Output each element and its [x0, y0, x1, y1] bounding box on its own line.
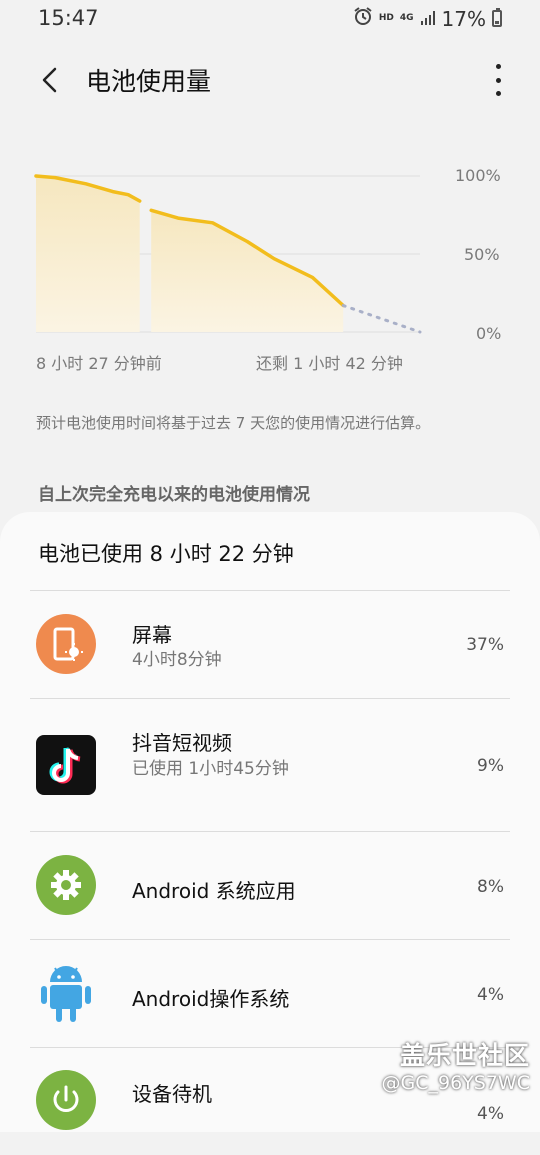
usage-item-screen[interactable]: 屏幕 4小时8分钟 37%: [0, 591, 540, 698]
usage-item-percent: 4%: [477, 1104, 504, 1124]
status-time: 15:47: [38, 6, 99, 30]
section-title: 自上次完全充电以来的电池使用情况: [38, 485, 310, 505]
signal-icon: [420, 7, 436, 31]
battery-icon: [492, 8, 502, 27]
android-icon: [36, 962, 96, 1022]
chart-start-label: 8 小时 27 分钟前: [36, 354, 162, 373]
usage-item-name: Android 系统应用: [132, 879, 296, 903]
battery-chart: 100% 50% 0% 8 小时 27 分钟前 还剩 1 小时 42 分钟: [0, 150, 540, 373]
usage-item-percent: 37%: [466, 635, 504, 655]
more-dot-icon: [495, 77, 501, 83]
battery-area: [36, 176, 140, 332]
usage-item-sub: 已使用 1小时45分钟: [132, 759, 289, 779]
more-dot-icon: [495, 91, 501, 96]
more-options-button[interactable]: [488, 64, 508, 96]
usage-item-name: 抖音短视频: [132, 731, 232, 755]
watermark-title: 盖乐世社区: [399, 1041, 530, 1070]
usage-item-percent: 9%: [477, 756, 504, 776]
page-title: 电池使用量: [86, 67, 212, 96]
usage-item-android-system-apps[interactable]: Android 系统应用 8%: [0, 832, 540, 939]
power-icon: [36, 1070, 96, 1130]
usage-total: 电池已使用 8 小时 22 分钟: [38, 542, 294, 566]
app-bar: 电池使用量: [0, 50, 540, 110]
status-bar: 15:47 HD 4G 17%: [0, 0, 540, 40]
usage-item-sub: 4小时8分钟: [132, 650, 222, 670]
forecast-line: [341, 304, 422, 334]
watermark-handle: @GC_96YS7WC: [381, 1072, 530, 1094]
usage-item-name: Android操作系统: [132, 987, 290, 1011]
more-dot-icon: [495, 64, 501, 69]
y-tick-50: 50%: [464, 245, 500, 264]
battery-area: [151, 210, 344, 332]
status-icons: HD 4G 17%: [353, 6, 502, 31]
y-tick-100: 100%: [455, 166, 501, 185]
usage-item-name: 屏幕: [132, 623, 172, 647]
tiktok-icon: [36, 735, 96, 795]
usage-item-tiktok[interactable]: 抖音短视频 已使用 1小时45分钟 9%: [0, 699, 540, 831]
usage-item-percent: 8%: [477, 877, 504, 897]
gear-icon: [36, 855, 96, 915]
alarm-icon: [353, 6, 373, 31]
usage-item-name: 设备待机: [132, 1082, 212, 1106]
network-type: 4G: [399, 13, 414, 23]
battery-percent: 17%: [441, 6, 486, 31]
usage-item-percent: 4%: [477, 985, 504, 1005]
usage-item-android-os[interactable]: Android操作系统 4%: [0, 940, 540, 1047]
estimate-note: 预计电池使用时间将基于过去 7 天您的使用情况进行估算。: [36, 414, 431, 432]
hd-indicator: HD: [378, 13, 394, 23]
screen-icon: [36, 614, 96, 674]
back-button[interactable]: [34, 60, 64, 100]
chart-end-label: 还剩 1 小时 42 分钟: [256, 354, 403, 373]
back-arrow-icon: [42, 67, 57, 93]
y-tick-0: 0%: [476, 324, 502, 343]
watermark: 盖乐世社区 @GC_96YS7WC: [382, 1036, 530, 1094]
